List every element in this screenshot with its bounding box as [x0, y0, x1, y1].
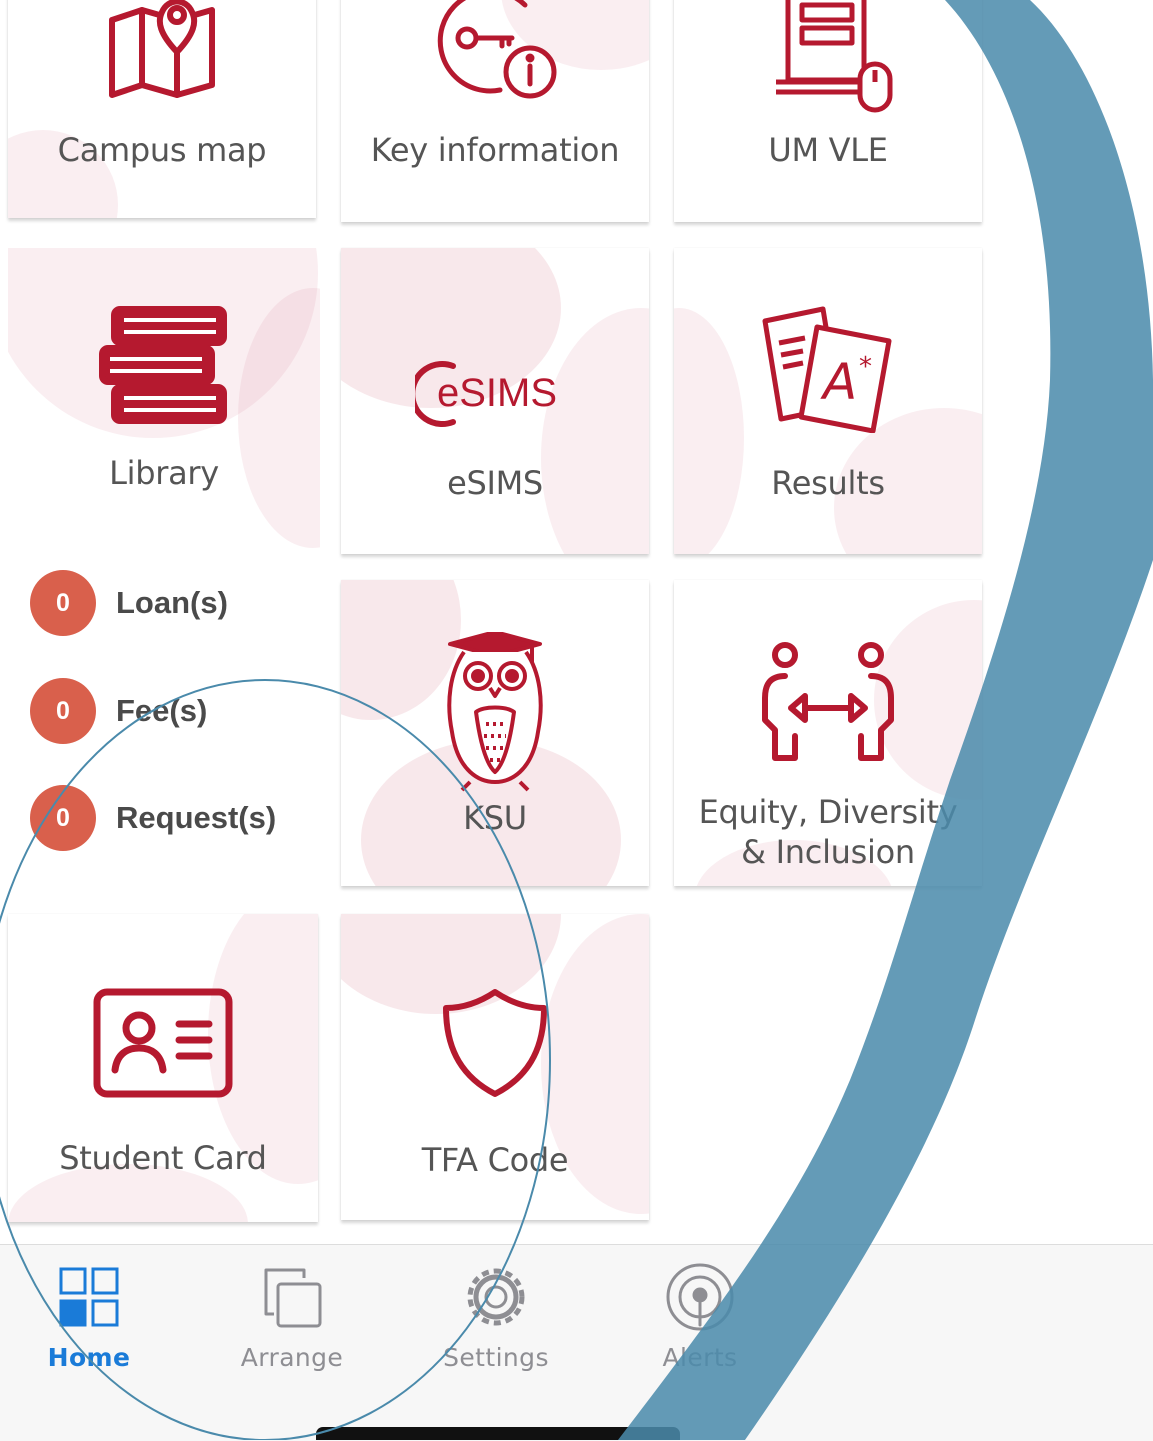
tile-results[interactable]: A * Results — [674, 248, 982, 554]
tile-background-blob — [541, 308, 649, 554]
tile-um-vle[interactable]: UM VLE — [674, 0, 982, 222]
id-card-icon — [8, 986, 318, 1101]
tile-label: Campus map — [57, 131, 267, 169]
fees-label: Fee(s) — [116, 693, 208, 728]
key-info-icon — [341, 0, 649, 100]
home-indicator — [316, 1427, 680, 1440]
esims-logo-icon: eSIMS — [341, 358, 649, 428]
books-icon — [8, 303, 320, 428]
tile-library[interactable]: Library — [8, 248, 320, 548]
bottom-tab-bar: Home Arrange Settings Alerts — [0, 1244, 1153, 1441]
requests-label: Request(s) — [116, 800, 277, 835]
shield-icon — [341, 986, 649, 1101]
requests-count-badge: 0 — [30, 785, 96, 851]
tile-label-line1: Equity, Diversity — [698, 793, 958, 831]
loans-counter[interactable]: 0 Loan(s) — [30, 570, 228, 636]
tile-key-information[interactable]: Key information — [341, 0, 649, 222]
tab-label: Alerts — [662, 1343, 738, 1372]
copy-icon — [222, 1261, 362, 1333]
tile-label: Key information — [370, 131, 620, 169]
tile-campus-map[interactable]: Campus map — [8, 0, 316, 218]
requests-counter[interactable]: 0 Request(s) — [30, 785, 276, 851]
tile-label: Library — [109, 454, 219, 492]
loans-label: Loan(s) — [116, 585, 228, 620]
tile-tfa-code[interactable]: TFA Code — [341, 914, 649, 1220]
owl-icon — [341, 632, 649, 792]
tile-label: TFA Code — [421, 1141, 569, 1179]
tab-settings[interactable]: Settings — [426, 1261, 566, 1372]
tile-equity-diversity-inclusion[interactable]: Equity, Diversity & Inclusion — [674, 580, 982, 886]
tile-label: UM VLE — [768, 131, 888, 169]
tile-ksu[interactable]: KSU — [341, 580, 649, 886]
gear-icon — [426, 1261, 566, 1333]
tab-arrange[interactable]: Arrange — [222, 1261, 362, 1372]
tile-label-line2: & Inclusion — [741, 833, 915, 871]
tab-alerts[interactable]: Alerts — [630, 1261, 770, 1372]
tile-esims[interactable]: eSIMS eSIMS — [341, 248, 649, 554]
people-exchange-icon — [674, 640, 982, 770]
fees-counter[interactable]: 0 Fee(s) — [30, 678, 207, 744]
loans-count-badge: 0 — [30, 570, 96, 636]
graded-papers-icon: A * — [674, 303, 982, 433]
document-mouse-icon — [674, 0, 982, 120]
tile-label: KSU — [463, 799, 527, 837]
fees-count-badge: 0 — [30, 678, 96, 744]
esims-logo-text: eSIMS — [437, 371, 557, 415]
tab-label: Arrange — [240, 1343, 344, 1372]
grid-icon — [19, 1261, 159, 1333]
tile-label: Student Card — [59, 1139, 267, 1177]
tile-student-card[interactable]: Student Card — [8, 914, 318, 1222]
tab-label: Settings — [443, 1343, 549, 1372]
tab-label: Home — [47, 1343, 131, 1372]
svg-text:*: * — [859, 352, 872, 382]
tile-label: Results — [771, 464, 885, 502]
map-pin-icon — [8, 0, 316, 100]
tab-home[interactable]: Home — [19, 1261, 159, 1372]
svg-text:A: A — [820, 353, 857, 411]
tile-label: eSIMS — [447, 464, 543, 502]
broadcast-icon — [630, 1261, 770, 1333]
